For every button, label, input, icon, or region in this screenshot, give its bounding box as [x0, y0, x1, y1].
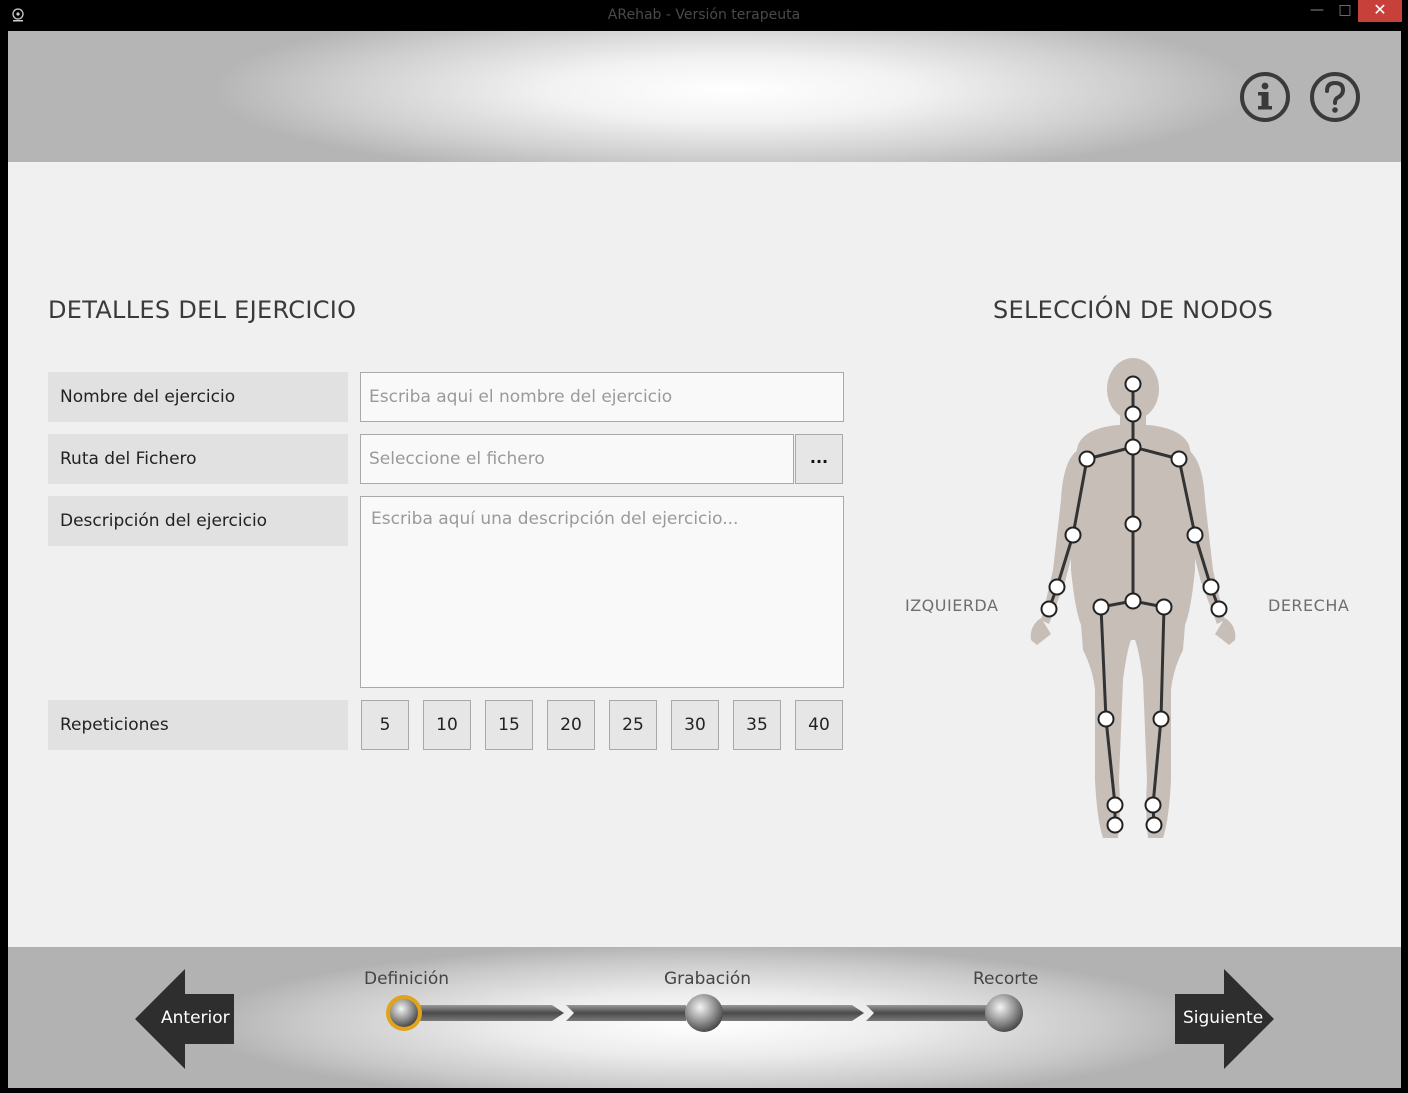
node-foot-right[interactable]	[1145, 816, 1163, 834]
node-spine[interactable]	[1124, 515, 1142, 533]
description-textarea[interactable]	[360, 496, 844, 688]
node-wrist-right[interactable]	[1202, 578, 1220, 596]
description-label: Descripción del ejercicio	[48, 496, 348, 546]
footer-bar: Anterior Siguiente Definición Grabación …	[8, 947, 1401, 1088]
repetition-5-button[interactable]: 5	[361, 700, 409, 750]
title-bar: ARehab - Versión terapeuta — □ ✕	[0, 0, 1408, 30]
exercise-name-input[interactable]	[360, 372, 844, 422]
repetition-25-button[interactable]: 25	[609, 700, 657, 750]
step-trim-label: Recorte	[973, 969, 1039, 989]
repetition-10-button[interactable]: 10	[423, 700, 471, 750]
close-button[interactable]: ✕	[1358, 0, 1402, 22]
header-bar	[8, 31, 1401, 162]
app-frame: DETALLES DEL EJERCICIO Nombre del ejerci…	[8, 31, 1401, 1088]
node-shoulder-center[interactable]	[1124, 438, 1142, 456]
node-selection-title: SELECCIÓN DE NODOS	[993, 296, 1274, 324]
repetition-40-button[interactable]: 40	[795, 700, 843, 750]
file-path-label: Ruta del Fichero	[48, 434, 348, 484]
body-skeleton-diagram	[1030, 358, 1236, 838]
node-neck[interactable]	[1124, 405, 1142, 423]
step-trim-node[interactable]	[985, 994, 1023, 1032]
maximize-button[interactable]: □	[1332, 0, 1358, 22]
step-progress-bar	[386, 994, 1023, 1032]
help-icon[interactable]	[1309, 71, 1361, 123]
node-elbow-right[interactable]	[1186, 526, 1204, 544]
node-ankle-left[interactable]	[1106, 796, 1124, 814]
main-content: DETALLES DEL EJERCICIO Nombre del ejerci…	[8, 162, 1401, 947]
window-title: ARehab - Versión terapeuta	[607, 7, 801, 23]
exercise-details-title: DETALLES DEL EJERCICIO	[48, 296, 357, 324]
node-knee-left[interactable]	[1097, 710, 1115, 728]
step-recording-label: Grabación	[664, 969, 752, 989]
repetitions-label: Repeticiones	[48, 700, 348, 750]
node-foot-left[interactable]	[1106, 816, 1124, 834]
exercise-name-label: Nombre del ejercicio	[48, 372, 348, 422]
node-knee-right[interactable]	[1152, 710, 1170, 728]
file-path-input[interactable]	[360, 434, 794, 484]
previous-label[interactable]: Anterior	[161, 1008, 230, 1028]
node-wrist-left[interactable]	[1048, 578, 1066, 596]
skeleton-nodes	[1040, 375, 1228, 834]
next-label[interactable]: Siguiente	[1183, 1008, 1263, 1028]
node-elbow-left[interactable]	[1064, 526, 1082, 544]
node-hip-center[interactable]	[1124, 592, 1142, 610]
right-side-label: DERECHA	[1268, 596, 1350, 615]
step-definition-label: Definición	[364, 969, 449, 989]
repetition-35-button[interactable]: 35	[733, 700, 781, 750]
minimize-button[interactable]: —	[1304, 0, 1330, 22]
step-recording-node[interactable]	[685, 994, 723, 1032]
browse-file-button[interactable]: ...	[795, 434, 843, 484]
node-head[interactable]	[1124, 375, 1142, 393]
step-definition-node[interactable]	[390, 999, 418, 1027]
left-side-label: IZQUIERDA	[905, 596, 999, 615]
repetition-30-button[interactable]: 30	[671, 700, 719, 750]
node-shoulder-right[interactable]	[1170, 450, 1188, 468]
info-icon[interactable]	[1239, 71, 1291, 123]
node-hand-left[interactable]	[1040, 600, 1058, 618]
node-hip-right[interactable]	[1155, 598, 1173, 616]
node-shoulder-left[interactable]	[1078, 450, 1096, 468]
repetition-20-button[interactable]: 20	[547, 700, 595, 750]
repetition-15-button[interactable]: 15	[485, 700, 533, 750]
node-ankle-right[interactable]	[1144, 796, 1162, 814]
node-hip-left[interactable]	[1092, 598, 1110, 616]
node-hand-right[interactable]	[1210, 600, 1228, 618]
